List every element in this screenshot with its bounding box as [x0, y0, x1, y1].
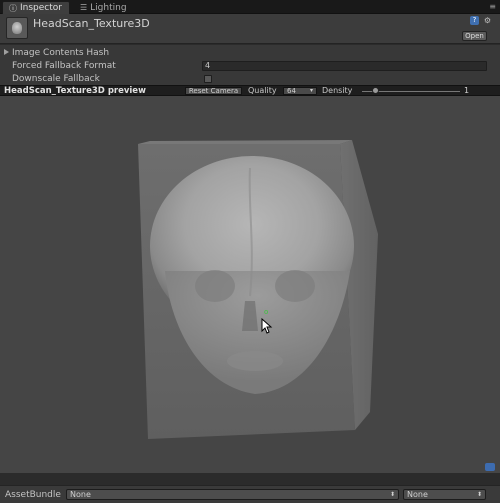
downscale-fallback-checkbox[interactable]	[204, 75, 212, 83]
dropdown-arrow-icon: ▾	[309, 87, 313, 94]
density-value: 1	[464, 86, 470, 95]
asset-title: HeadScan_Texture3D	[33, 17, 150, 30]
volume-render-cube: o	[138, 140, 378, 439]
info-icon: ⓘ	[9, 3, 17, 13]
properties-panel: Image Contents Hash Forced Fallback Form…	[0, 45, 500, 85]
density-label: Density	[322, 86, 353, 95]
pivot-gizmo-label: o	[264, 308, 268, 316]
assetbundle-variant-value: None	[407, 490, 428, 499]
tab-lighting-label: Lighting	[90, 2, 127, 13]
lighting-icon: ☰	[80, 3, 88, 12]
jaw-detail	[227, 351, 283, 371]
assetbundle-name-value: None	[70, 490, 91, 499]
left-eye-socket	[195, 270, 235, 302]
settings-icon[interactable]: ⚙	[483, 16, 492, 25]
volume-top-edge	[138, 140, 352, 144]
assetbundle-variant-dropdown[interactable]: None ⬍	[403, 489, 486, 500]
quality-label: Quality	[248, 86, 277, 95]
quality-value: 64	[287, 87, 296, 95]
prop-label: Downscale Fallback	[12, 74, 100, 84]
window-tab-strip: ⓘ Inspector ☰ Lighting ≡	[0, 0, 500, 14]
foldout-arrow-icon[interactable]	[4, 49, 9, 55]
forced-fallback-format-field[interactable]: 4	[202, 61, 487, 71]
preview-title: HeadScan_Texture3D preview	[4, 86, 146, 96]
inspector-header: HeadScan_Texture3D ? ⚙ Open	[0, 14, 500, 44]
asset-label-icon[interactable]	[485, 463, 495, 471]
reset-camera-button[interactable]: Reset Camera	[185, 87, 242, 95]
volume-preview-area[interactable]: o	[0, 96, 500, 473]
dropdown-arrow-icon: ⬍	[476, 491, 482, 498]
prop-label: Image Contents Hash	[12, 48, 110, 58]
tab-lighting[interactable]: ☰ Lighting	[74, 1, 138, 14]
preview-toolbar: HeadScan_Texture3D preview Reset Camera …	[0, 85, 500, 96]
prop-label: Forced Fallback Format	[12, 61, 116, 71]
asset-thumbnail-icon	[6, 17, 28, 39]
open-button[interactable]: Open	[462, 31, 487, 41]
tab-inspector[interactable]: ⓘ Inspector	[2, 1, 70, 14]
tab-inspector-label: Inspector	[20, 3, 62, 13]
help-icon[interactable]: ?	[470, 16, 479, 25]
quality-dropdown[interactable]: 64 ▾	[283, 87, 317, 95]
prop-image-contents-hash[interactable]: Image Contents Hash	[0, 47, 500, 60]
header-icons: ? ⚙	[470, 16, 492, 25]
assetbundle-label: AssetBundle	[5, 490, 61, 500]
right-eye-socket	[275, 270, 315, 302]
mouse-cursor-icon	[261, 318, 273, 334]
prop-forced-fallback-format: Forced Fallback Format 4	[0, 60, 500, 73]
density-slider-thumb[interactable]	[372, 87, 379, 94]
tab-menu-icon[interactable]: ≡	[489, 2, 496, 11]
assetbundle-bar: AssetBundle None ⬍ None ⬍	[0, 485, 500, 503]
dropdown-arrow-icon: ⬍	[389, 491, 395, 498]
assetbundle-name-dropdown[interactable]: None ⬍	[66, 489, 399, 500]
